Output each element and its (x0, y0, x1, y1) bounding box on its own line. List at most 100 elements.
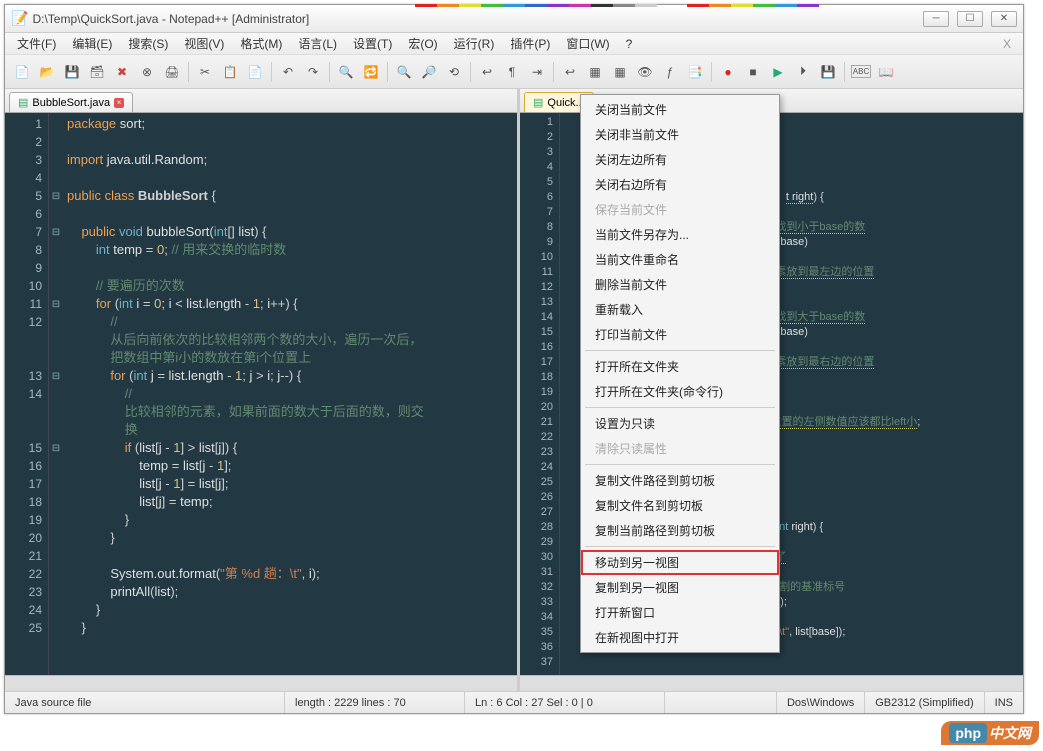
save-all-button[interactable] (86, 61, 108, 83)
show-all-chars-button[interactable] (501, 61, 523, 83)
function-list-button[interactable] (659, 61, 681, 83)
undo-button[interactable] (277, 61, 299, 83)
left-tabstrip[interactable]: ▤ BubbleSort.java × (5, 89, 517, 113)
tab-context-menu[interactable]: 关闭当前文件关闭非当前文件关闭左边所有关闭右边所有保存当前文件当前文件另存为..… (580, 94, 780, 653)
app-window: 📝 D:\Temp\QuickSort.java - Notepad++ [Ad… (4, 4, 1024, 714)
zoom-in-button[interactable] (393, 61, 415, 83)
menu-item[interactable]: 设置(T) (345, 33, 400, 54)
menu-item[interactable]: 搜索(S) (120, 33, 176, 54)
menu-item[interactable]: ? (618, 35, 641, 53)
macro-record-button[interactable] (717, 61, 739, 83)
redo-button[interactable] (302, 61, 324, 83)
macro-stop-button[interactable] (742, 61, 764, 83)
line-gutter[interactable]: 1234567891011121314151617181920212223242… (5, 113, 49, 675)
copy-button[interactable] (219, 61, 241, 83)
print-button[interactable] (161, 61, 183, 83)
context-menu-item[interactable]: 打印当前文件 (581, 322, 779, 347)
h-scrollbar[interactable] (5, 675, 517, 691)
context-menu-item[interactable]: 复制文件路径到剪切板 (581, 468, 779, 493)
fold-column[interactable]: ⊟⊟⊟⊟⊟ (49, 113, 63, 675)
tab-bubblesort[interactable]: ▤ BubbleSort.java × (9, 92, 133, 112)
context-menu-item[interactable]: 设置为只读 (581, 411, 779, 436)
toolbar-separator (711, 62, 712, 82)
watermark-logo: 中文网 (941, 721, 1039, 745)
macro-play-multi-button[interactable] (792, 61, 814, 83)
status-bar: Java source file length : 2229 lines : 7… (5, 691, 1023, 713)
spellcheck-button[interactable] (850, 61, 872, 83)
fold-column[interactable] (560, 113, 574, 675)
left-editor[interactable]: 1234567891011121314151617181920212223242… (5, 113, 517, 675)
paste-button[interactable] (244, 61, 266, 83)
hide-lines-button[interactable] (634, 61, 656, 83)
find-button[interactable] (335, 61, 357, 83)
menu-item[interactable]: 窗口(W) (558, 33, 617, 54)
new-file-button[interactable] (11, 61, 33, 83)
menu-bar[interactable]: 文件(F)编辑(E)搜索(S)视图(V)格式(M)语言(L)设置(T)宏(O)运… (5, 33, 1023, 55)
open-file-button[interactable] (36, 61, 58, 83)
menu-item[interactable]: 插件(P) (502, 33, 558, 54)
context-menu-item: 保存当前文件 (581, 197, 779, 222)
menu-item[interactable]: 语言(L) (290, 33, 345, 54)
context-menu-item[interactable]: 重新载入 (581, 297, 779, 322)
context-menu-item[interactable]: 复制到另一视图 (581, 575, 779, 600)
macro-play-button[interactable] (767, 61, 789, 83)
zoom-out-button[interactable] (418, 61, 440, 83)
status-mode[interactable]: INS (985, 692, 1023, 713)
tab-close-icon[interactable]: × (114, 98, 124, 108)
cut-button[interactable] (194, 61, 216, 83)
spellcheck-off-button[interactable] (875, 61, 897, 83)
context-menu-item[interactable]: 关闭左边所有 (581, 147, 779, 172)
save-button[interactable] (61, 61, 83, 83)
status-position: Ln : 6 Col : 27 Sel : 0 | 0 (465, 692, 665, 713)
h-scrollbar[interactable] (520, 675, 1023, 691)
close-button[interactable]: ✕ (991, 11, 1017, 27)
doc-map-button[interactable] (684, 61, 706, 83)
replace-button[interactable] (360, 61, 382, 83)
menu-item[interactable]: 格式(M) (232, 33, 290, 54)
context-menu-item[interactable]: 当前文件重命名 (581, 247, 779, 272)
sync-scroll-button[interactable] (443, 61, 465, 83)
app-icon: 📝 (11, 10, 28, 27)
close-file-button[interactable] (111, 61, 133, 83)
status-spacer (665, 692, 777, 713)
context-menu-item[interactable]: 移动到另一视图 (581, 550, 779, 575)
menu-item[interactable]: 编辑(E) (64, 33, 120, 54)
toolbar-separator (188, 62, 189, 82)
menu-close-icon[interactable]: X (995, 35, 1019, 53)
udl-button[interactable] (559, 61, 581, 83)
menu-item[interactable]: 视图(V) (176, 33, 232, 54)
status-encoding[interactable]: GB2312 (Simplified) (865, 692, 984, 713)
context-menu-item[interactable]: 关闭非当前文件 (581, 122, 779, 147)
toolbar-separator (271, 62, 272, 82)
context-menu-item[interactable]: 关闭右边所有 (581, 172, 779, 197)
menu-item[interactable]: 文件(F) (9, 33, 64, 54)
context-menu-item[interactable]: 复制当前路径到剪切板 (581, 518, 779, 543)
menu-item[interactable]: 运行(R) (446, 33, 503, 54)
file-icon: ▤ (18, 96, 28, 109)
indent-guide-button[interactable] (526, 61, 548, 83)
code-content[interactable]: package sort;import java.util.Random;pub… (63, 113, 517, 675)
context-menu-item[interactable]: 关闭当前文件 (581, 97, 779, 122)
macro-save-button[interactable] (817, 61, 839, 83)
fold-all-button[interactable] (584, 61, 606, 83)
status-eol[interactable]: Dos\Windows (777, 692, 865, 713)
menu-separator (585, 350, 775, 351)
close-all-button[interactable] (136, 61, 158, 83)
context-menu-item[interactable]: 打开新窗口 (581, 600, 779, 625)
unfold-all-button[interactable] (609, 61, 631, 83)
line-gutter[interactable]: 1234567891011121314151617181920212223242… (520, 113, 560, 675)
minimize-button[interactable]: ─ (923, 11, 949, 27)
title-bar[interactable]: 📝 D:\Temp\QuickSort.java - Notepad++ [Ad… (5, 5, 1023, 33)
context-menu-item[interactable]: 删除当前文件 (581, 272, 779, 297)
menu-item[interactable]: 宏(O) (400, 33, 445, 54)
context-menu-item[interactable]: 复制文件名到剪切板 (581, 493, 779, 518)
context-menu-item[interactable]: 打开所在文件夹 (581, 354, 779, 379)
toolbar-separator (329, 62, 330, 82)
context-menu-item[interactable]: 打开所在文件夹(命令行) (581, 379, 779, 404)
menu-separator (585, 464, 775, 465)
word-wrap-button[interactable] (476, 61, 498, 83)
maximize-button[interactable]: ☐ (957, 11, 983, 27)
window-buttons: ─ ☐ ✕ (923, 11, 1017, 27)
context-menu-item[interactable]: 在新视图中打开 (581, 625, 779, 650)
context-menu-item[interactable]: 当前文件另存为... (581, 222, 779, 247)
